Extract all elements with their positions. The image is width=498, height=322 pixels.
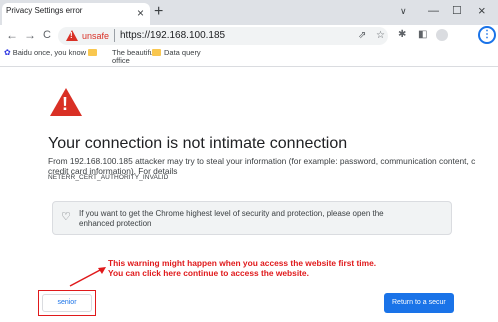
- baidu-paw-icon: ✿: [4, 48, 11, 57]
- description-text: From 192.168.100.185 attacker may try to…: [48, 156, 476, 176]
- security-status-label[interactable]: unsafe: [82, 30, 109, 42]
- tab-strip: Privacy Settings error × + ∨ — ☐ ×: [0, 0, 498, 25]
- promo-text[interactable]: If you want to get the Chrome highest le…: [79, 209, 419, 229]
- annotation-arrow: [69, 267, 106, 287]
- bookmark-label: Data query: [164, 48, 201, 57]
- profile-icon[interactable]: [436, 29, 448, 41]
- enhanced-protection-promo[interactable]: ♡ If you want to get the Chrome highest …: [52, 201, 452, 235]
- error-code: NETERR_CERT_AUTHORITY_INVALID: [48, 174, 169, 181]
- toolbar: ← → C unsafe https://192.168.100.185 ⇗ ☆…: [0, 25, 498, 47]
- bookmark-baidu[interactable]: ✿ Baidu once, you know: [4, 49, 98, 57]
- return-to-safety-button[interactable]: Return to a secur: [384, 293, 454, 313]
- tab-title: Privacy Settings error: [6, 6, 83, 15]
- folder-icon: [88, 49, 98, 56]
- warning-description: From 192.168.100.185 attacker may try to…: [48, 156, 498, 176]
- annotation-text: This warning might happen when you acces…: [108, 258, 376, 278]
- close-icon[interactable]: ×: [478, 3, 486, 19]
- arrow-right-icon[interactable]: →: [24, 28, 36, 42]
- share-icon[interactable]: ⇗: [358, 30, 366, 41]
- url-text[interactable]: https://192.168.100.185: [120, 29, 225, 42]
- star-icon[interactable]: ☆: [376, 30, 385, 41]
- separator: [114, 29, 115, 42]
- close-icon[interactable]: ×: [137, 7, 144, 19]
- bookmark-beautiful-office[interactable]: The beautiful office: [112, 49, 172, 65]
- maximize-icon[interactable]: ☐: [452, 3, 462, 19]
- more-vert-icon[interactable]: ⋮: [478, 26, 496, 44]
- bookmark-label: Baidu once, you know: [12, 48, 87, 57]
- page-title: Your connection is not intimate connecti…: [48, 135, 348, 152]
- bookmark-data-query[interactable]: Data query: [164, 49, 201, 57]
- tab-privacy-settings-error[interactable]: Privacy Settings error ×: [2, 3, 150, 25]
- annotation-line-2: You can click here continue to access th…: [108, 268, 309, 278]
- arrow-left-icon[interactable]: ←: [6, 28, 18, 42]
- interstitial-page: Your connection is not intimate connecti…: [0, 68, 498, 322]
- puzzle-icon[interactable]: ✱: [398, 29, 406, 41]
- plus-icon[interactable]: +: [154, 3, 163, 21]
- side-panel-icon[interactable]: ◧: [418, 29, 427, 41]
- minimize-icon[interactable]: —: [428, 3, 439, 19]
- bookmarks-bar: ✿ Baidu once, you know The beautiful offi…: [0, 47, 498, 67]
- warning-triangle-icon[interactable]: [66, 30, 78, 41]
- bookmark-label: The beautiful office: [112, 48, 156, 65]
- annotation-line-1: This warning might happen when you acces…: [108, 258, 377, 268]
- senior-button[interactable]: senior: [42, 294, 92, 312]
- lightbulb-icon: ♡: [61, 211, 71, 223]
- address-bar[interactable]: unsafe https://192.168.100.185 ⇗ ☆: [58, 27, 388, 45]
- folder-icon: [152, 49, 161, 56]
- chevron-down-icon[interactable]: ∨: [400, 3, 407, 19]
- warning-triangle-icon: [50, 88, 82, 116]
- reload-icon[interactable]: C: [43, 28, 51, 42]
